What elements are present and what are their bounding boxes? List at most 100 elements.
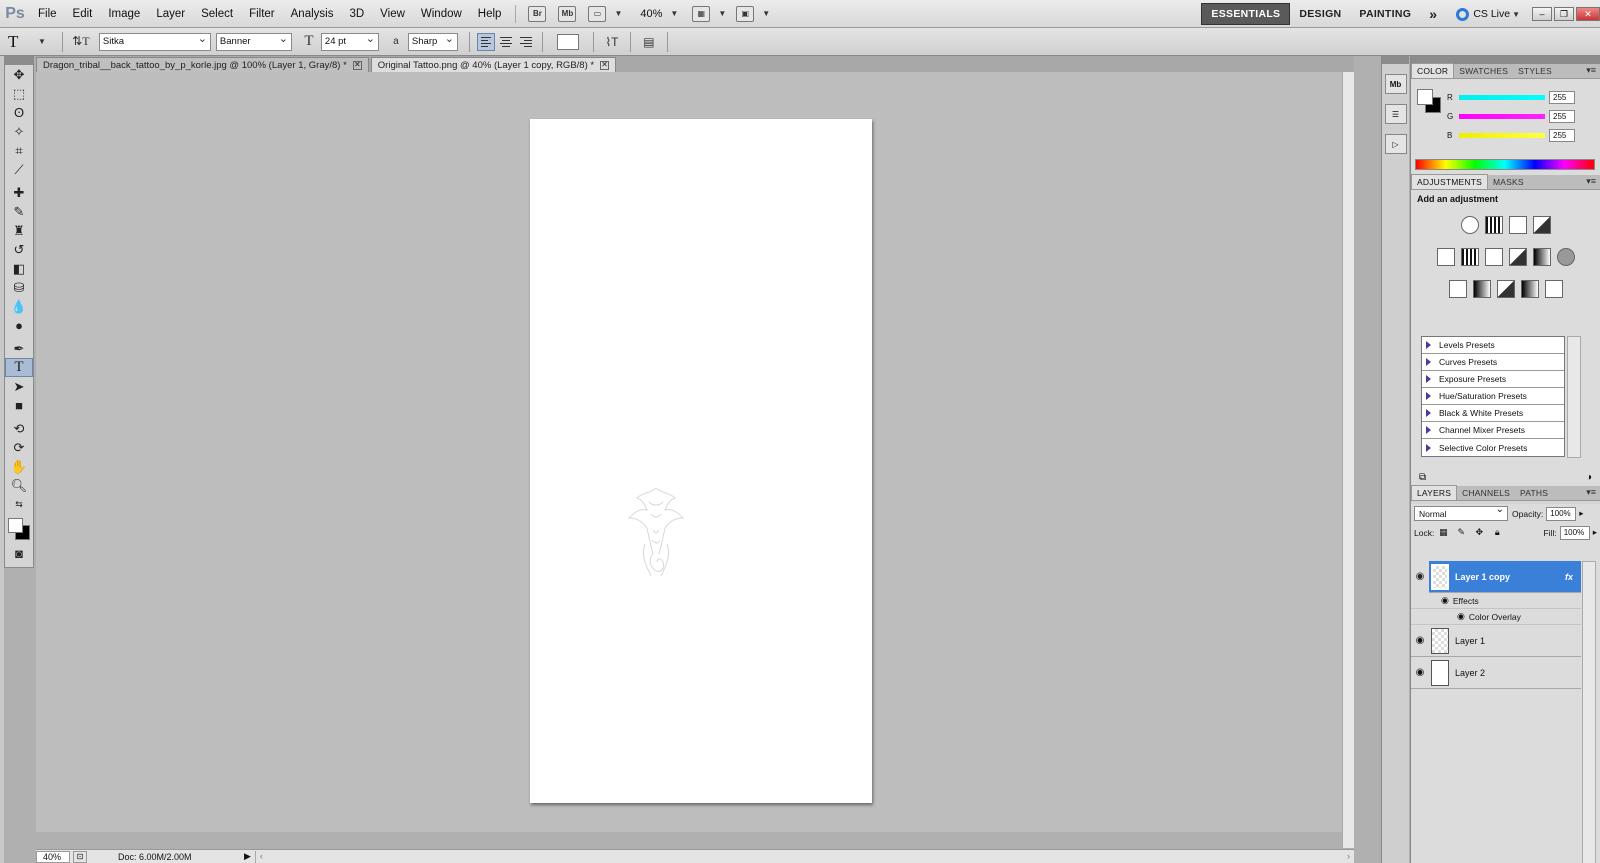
align-center-icon[interactable] [497, 33, 515, 51]
vibrance-icon[interactable] [1436, 248, 1455, 266]
actions-panel-icon[interactable]: ▷ [1384, 134, 1407, 154]
type-tool-icon[interactable]: T [5, 358, 33, 377]
panel-menu-icon[interactable]: ▾≡ [1586, 487, 1596, 498]
layer-row[interactable]: ◉ Layer 1 copy fx [1411, 560, 1581, 593]
green-value-input[interactable]: 255 [1549, 110, 1575, 123]
chevron-down-icon[interactable]: ▼ [614, 9, 622, 18]
red-value-input[interactable]: 255 [1549, 91, 1575, 104]
menu-layer[interactable]: Layer [148, 8, 193, 20]
mini-bridge-icon[interactable]: Mb [558, 5, 577, 22]
font-family-select[interactable]: Sitka [98, 32, 211, 51]
effects-row[interactable]: ◉ Effects [1411, 593, 1581, 609]
layer-effects-icon[interactable]: fx [1565, 572, 1573, 582]
font-size-select[interactable]: 24 pt [320, 32, 379, 51]
menu-view[interactable]: View [372, 8, 413, 20]
history-brush-tool-icon[interactable]: ↺ [5, 240, 33, 259]
exposure-icon[interactable] [1532, 216, 1551, 234]
eraser-tool-icon[interactable]: ◧ [5, 259, 33, 278]
panel-menu-icon[interactable]: ▾≡ [1586, 65, 1596, 76]
healing-brush-tool-icon[interactable]: ✚ [5, 183, 33, 202]
workspace-design[interactable]: DESIGN [1290, 4, 1350, 24]
document-tab-active[interactable]: Original Tattoo.png @ 40% (Layer 1 copy,… [370, 57, 617, 72]
paint-bucket-tool-icon[interactable]: ⛁ [5, 278, 33, 297]
preset-item-curves[interactable]: Curves Presets [1422, 354, 1564, 371]
brush-tool-icon[interactable]: ✎ [5, 202, 33, 221]
lasso-tool-icon[interactable]: ʘ [5, 103, 33, 122]
invert-icon[interactable] [1448, 280, 1467, 298]
vertical-scrollbar[interactable] [1342, 72, 1354, 848]
eye-icon[interactable]: ◉ [1411, 560, 1429, 593]
cs-live-button[interactable]: CS Live ▼ [1456, 7, 1520, 21]
screen-mode-icon[interactable]: ▣ [736, 5, 755, 22]
quick-mask-icon[interactable]: ◙ [5, 544, 33, 563]
layer-name[interactable]: Layer 2 [1455, 668, 1485, 678]
panel-foreground-swatch[interactable] [1417, 89, 1433, 105]
dodge-tool-icon[interactable]: ● [5, 316, 33, 335]
selective-color-icon[interactable] [1544, 280, 1563, 298]
menu-edit[interactable]: Edit [65, 8, 101, 20]
rectangle-tool-icon[interactable]: ■ [5, 396, 33, 415]
color-overlay-row[interactable]: ◉ Color Overlay [1411, 609, 1581, 625]
scroll-right-icon[interactable]: › [1347, 851, 1350, 863]
channel-mixer-icon[interactable] [1556, 248, 1575, 266]
chevron-down-icon[interactable]: ▼ [38, 37, 46, 46]
preset-item-black-white[interactable]: Black & White Presets [1422, 405, 1564, 422]
menu-file[interactable]: File [30, 8, 65, 20]
photo-filter-icon[interactable] [1532, 248, 1551, 266]
preset-list-scrollbar[interactable] [1567, 336, 1581, 458]
toolbox-header[interactable] [5, 57, 33, 65]
eye-icon[interactable]: ◉ [1411, 667, 1429, 678]
text-orientation-icon[interactable]: ⇅T [71, 33, 91, 51]
align-left-icon[interactable] [476, 32, 495, 51]
character-panel-icon[interactable]: ▤ [639, 33, 659, 51]
hand-tool-icon[interactable]: ✋ [5, 457, 33, 476]
workspace-more[interactable]: » [1420, 2, 1446, 26]
eye-icon[interactable]: ◉ [1441, 595, 1449, 606]
color-picker[interactable] [5, 514, 33, 544]
3d-rotate-tool-icon[interactable]: ⟲ [5, 419, 33, 438]
document-canvas[interactable] [530, 119, 872, 803]
foreground-color-swatch[interactable] [8, 518, 23, 533]
tab-styles[interactable]: STYLES [1513, 64, 1557, 78]
minimize-icon[interactable]: – [1532, 7, 1552, 21]
swap-colors-icon[interactable]: ⇆ [5, 495, 33, 514]
preset-item-levels[interactable]: Levels Presets [1422, 337, 1564, 354]
lock-pixels-icon[interactable]: ✎ [1456, 527, 1466, 538]
tab-channels[interactable]: CHANNELS [1457, 486, 1515, 500]
zoom-tool-icon[interactable]: 🔍︎ [5, 476, 33, 495]
type-tool-preset-icon[interactable]: T [8, 32, 36, 52]
document-tab[interactable]: Dragon_tribal__back_tattoo_by_p_korle.jp… [36, 57, 369, 72]
panel-menu-icon[interactable]: ▾≡ [1586, 176, 1596, 187]
blur-tool-icon[interactable]: 💧 [5, 297, 33, 316]
chevron-down-icon[interactable]: ▼ [762, 9, 770, 18]
lock-position-icon[interactable]: ✥ [1474, 527, 1484, 538]
tab-paths[interactable]: PATHS [1515, 486, 1553, 500]
view-extras-icon[interactable]: ▭ [588, 5, 607, 22]
close-icon[interactable]: ✕ [600, 60, 610, 70]
chevron-down-icon[interactable]: ▼ [670, 9, 678, 18]
blue-slider[interactable] [1459, 133, 1545, 138]
clone-stamp-tool-icon[interactable]: ♜ [5, 221, 33, 240]
menu-3d[interactable]: 3D [341, 8, 372, 20]
tab-swatches[interactable]: SWATCHES [1454, 64, 1513, 78]
brightness-contrast-icon[interactable] [1460, 216, 1479, 234]
workspace-painting[interactable]: PAINTING [1350, 4, 1420, 24]
menu-window[interactable]: Window [413, 8, 470, 20]
levels-icon[interactable] [1484, 216, 1503, 234]
preset-item-exposure[interactable]: Exposure Presets [1422, 371, 1564, 388]
preset-item-channel-mixer[interactable]: Channel Mixer Presets [1422, 422, 1564, 439]
opacity-arrow-icon[interactable]: ▸ [1579, 508, 1583, 519]
preset-item-hue-saturation[interactable]: Hue/Saturation Presets [1422, 388, 1564, 405]
adjustment-options-icon[interactable]: ◑ [1586, 472, 1592, 483]
text-color-swatch[interactable] [556, 33, 579, 50]
menu-analysis[interactable]: Analysis [283, 8, 342, 20]
tab-masks[interactable]: MASKS [1488, 175, 1529, 189]
black-white-icon[interactable] [1508, 248, 1527, 266]
restore-icon[interactable]: ❐ [1554, 7, 1574, 21]
fill-arrow-icon[interactable]: ▸ [1593, 527, 1597, 538]
layer-row[interactable]: ◉ Layer 2 [1411, 657, 1581, 689]
green-slider[interactable] [1459, 114, 1545, 119]
menu-select[interactable]: Select [193, 8, 241, 20]
preset-item-selective-color[interactable]: Selective Color Presets [1422, 439, 1564, 456]
close-icon[interactable]: ✕ [1576, 7, 1600, 21]
